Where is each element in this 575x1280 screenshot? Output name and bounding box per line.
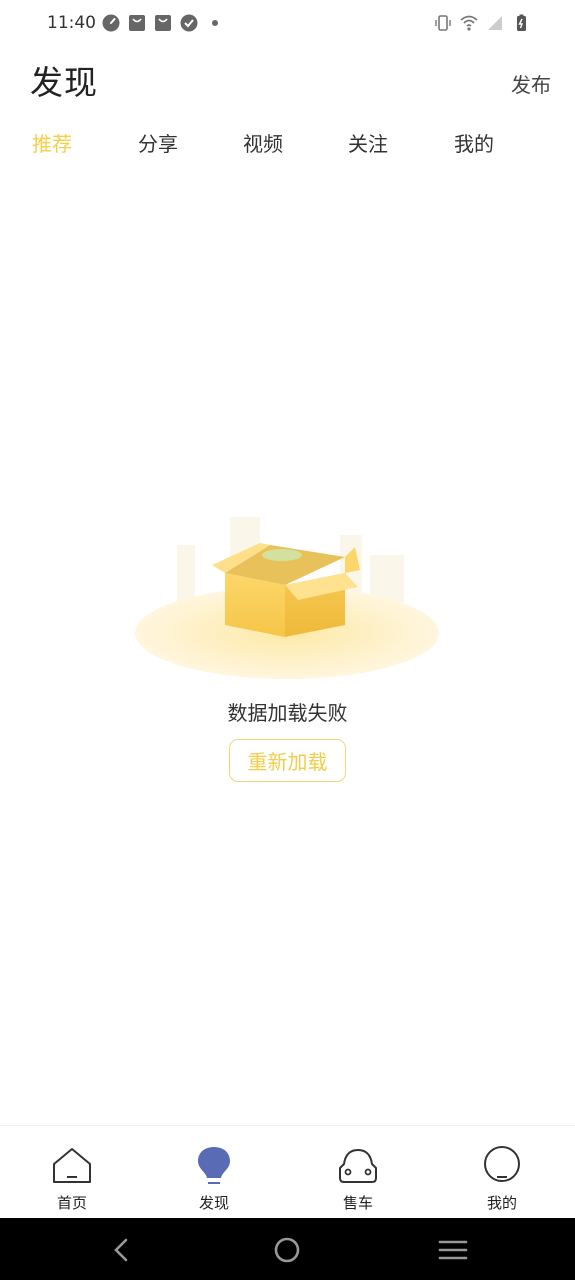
home-circle-icon[interactable]: [269, 1232, 305, 1268]
battery-charging-icon: [517, 14, 526, 31]
error-message: 数据加载失败: [227, 701, 348, 725]
open-box-illustration: [135, 517, 439, 679]
dot-icon: [212, 20, 218, 26]
wifi-icon: [460, 15, 478, 31]
nav-item-sell-car[interactable]: 售车: [308, 1126, 408, 1219]
nav-label-discover: 发现: [198, 1194, 229, 1212]
nav-label-home: 首页: [56, 1194, 87, 1212]
signal-icon: [488, 16, 502, 30]
notification-icons: [102, 14, 224, 32]
home-icon: [53, 1148, 91, 1183]
status-bar: 11:40: [0, 0, 575, 48]
nav-item-discover[interactable]: 发现: [164, 1126, 264, 1219]
menu-icon[interactable]: [435, 1232, 471, 1268]
tab-follow[interactable]: 关注: [348, 128, 388, 157]
publish-button[interactable]: 发布: [511, 69, 551, 98]
nav-item-home[interactable]: 首页: [22, 1126, 122, 1219]
bag-icon: [155, 15, 171, 31]
tab-recommend[interactable]: 推荐: [32, 128, 72, 157]
tab-share[interactable]: 分享: [138, 128, 178, 157]
back-icon[interactable]: [104, 1232, 140, 1268]
lightbulb-icon: [198, 1147, 230, 1184]
car-icon: [339, 1149, 377, 1183]
nav-label-sell-car: 售车: [342, 1194, 373, 1212]
bottom-nav: 首页 发现 售车 我的: [0, 1125, 575, 1219]
reload-button[interactable]: 重新加载: [229, 739, 346, 782]
tab-bar: 推荐 分享 视频 关注 我的: [0, 128, 575, 164]
vibrate-icon: [435, 15, 451, 31]
system-nav-bar: [0, 1218, 575, 1280]
speedometer-icon: [102, 14, 120, 32]
tab-video[interactable]: 视频: [243, 128, 283, 157]
page-title: 发现: [30, 63, 98, 102]
profile-icon: [484, 1146, 520, 1182]
status-time: 11:40: [47, 13, 96, 33]
check-circle-icon: [180, 14, 198, 32]
nav-label-mine: 我的: [486, 1194, 517, 1212]
tab-mine[interactable]: 我的: [454, 128, 494, 157]
nav-item-mine[interactable]: 我的: [452, 1126, 552, 1219]
bag-icon: [129, 15, 145, 31]
system-status-icons: [434, 14, 530, 32]
